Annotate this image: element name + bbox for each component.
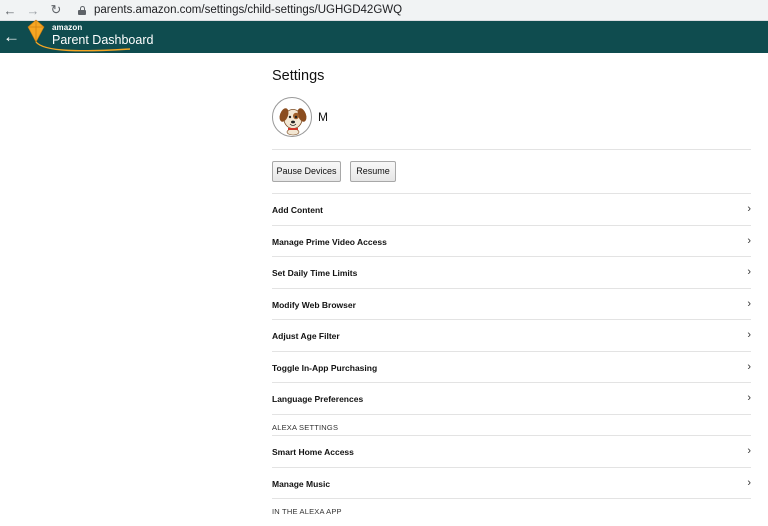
chevron-right-icon: › bbox=[747, 297, 751, 310]
menu-item-smart-home[interactable]: Smart Home Access › bbox=[272, 435, 751, 466]
lock-icon bbox=[78, 5, 86, 15]
section-header-alexa-settings: ALEXA SETTINGS bbox=[272, 414, 751, 435]
menu-item-label: Language Preferences bbox=[272, 394, 364, 404]
address-bar[interactable]: parents.amazon.com/settings/child-settin… bbox=[78, 1, 402, 19]
menu-item-label: Manage Music bbox=[272, 478, 331, 489]
menu-item-in-app-purchasing[interactable]: Toggle In-App Purchasing › bbox=[272, 350, 751, 382]
section-label: IN THE ALEXA APP bbox=[272, 507, 342, 516]
section-header-alexa-app: IN THE ALEXA APP bbox=[272, 498, 751, 519]
back-arrow-icon[interactable]: ← bbox=[3, 27, 21, 47]
page-title: Settings bbox=[272, 68, 325, 84]
chevron-right-icon: › bbox=[747, 360, 751, 373]
pause-devices-button[interactable]: Pause Devices bbox=[272, 161, 341, 182]
url-text: parents.amazon.com/settings/child-settin… bbox=[94, 4, 403, 16]
amazon-wordmark: amazon bbox=[52, 23, 83, 32]
avatar[interactable] bbox=[272, 97, 312, 137]
arrow-left-icon[interactable]: ← bbox=[0, 0, 20, 20]
menu-item-label: Manage Prime Video Access bbox=[272, 236, 387, 247]
divider bbox=[272, 149, 751, 150]
chevron-right-icon: › bbox=[747, 445, 751, 457]
arrow-right-icon[interactable]: → bbox=[23, 0, 43, 20]
app-title: Parent Dashboard bbox=[52, 33, 154, 47]
menu-item-language[interactable]: Language Preferences › bbox=[272, 382, 751, 413]
menu-item-label: Adjust Age Filter bbox=[272, 331, 340, 341]
chevron-right-icon: › bbox=[747, 203, 751, 215]
app-header: ← amazon Parent Dashboard bbox=[0, 19, 768, 53]
resume-button[interactable]: Resume bbox=[350, 161, 396, 182]
chevron-right-icon: › bbox=[747, 234, 751, 247]
chevron-right-icon: › bbox=[747, 329, 751, 341]
menu-item-label: Add Content bbox=[272, 205, 323, 215]
menu-item-web-browser[interactable]: Modify Web Browser › bbox=[272, 287, 751, 319]
chevron-right-icon: › bbox=[747, 476, 751, 489]
reload-icon[interactable]: ↻ bbox=[46, 0, 66, 20]
menu-item-label: Toggle In-App Purchasing bbox=[272, 362, 378, 373]
menu-item-add-content[interactable]: Add Content › bbox=[272, 193, 751, 224]
chevron-right-icon: › bbox=[747, 266, 751, 278]
chevron-right-icon: › bbox=[747, 392, 751, 404]
menu-item-prime-video[interactable]: Manage Prime Video Access › bbox=[272, 224, 751, 256]
menu-item-label: Modify Web Browser bbox=[272, 299, 356, 310]
child-name: M bbox=[318, 110, 328, 124]
dog-avatar-icon bbox=[279, 108, 307, 136]
menu-item-manage-music[interactable]: Manage Music › bbox=[272, 466, 751, 498]
menu-item-label: Smart Home Access bbox=[272, 447, 354, 457]
menu-item-age-filter[interactable]: Adjust Age Filter › bbox=[272, 319, 751, 350]
section-label: ALEXA SETTINGS bbox=[272, 423, 339, 432]
menu-item-time-limits[interactable]: Set Daily Time Limits › bbox=[272, 256, 751, 287]
menu-item-label: Set Daily Time Limits bbox=[272, 268, 358, 278]
